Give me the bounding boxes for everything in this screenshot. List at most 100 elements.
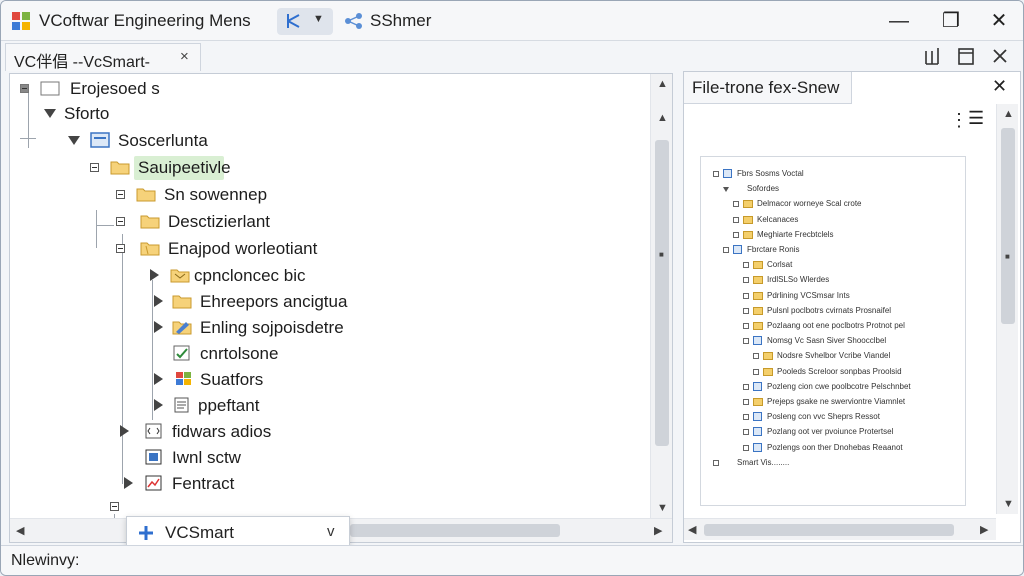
tree-toggle-icon[interactable] [733,216,739,223]
tree-toggle-icon[interactable] [743,444,749,451]
scroll-up-icon[interactable]: ▲ [1003,108,1014,120]
dropdown-selected[interactable]: VCSmart v [127,519,349,545]
right-horizontal-scrollbar[interactable]: ◀ ▶ [684,518,996,540]
tree-row-selected[interactable]: Sauipeetivle [18,155,638,181]
collapse-toggle[interactable] [116,217,125,226]
tree-row[interactable]: cnrtolsone [18,341,638,367]
tree-row[interactable]: Erojesoed s [18,76,638,102]
collapsed-arrow-icon[interactable] [150,269,159,281]
tree-row[interactable]: Fentract [18,471,638,497]
tree-toggle-icon[interactable] [713,459,719,466]
expanded-arrow-icon[interactable] [723,187,729,193]
tree-row[interactable]: Soscerlunta [18,128,638,154]
tab-close-icon[interactable]: × [180,48,189,65]
scroll-right-icon[interactable]: ▶ [980,523,988,536]
collapsed-arrow-icon[interactable] [154,373,163,385]
tree-toggle-icon[interactable] [743,399,749,405]
collapsed-arrow-icon[interactable] [154,295,163,307]
preview-tree-row[interactable]: Pdrlining VCSmsar Ints [701,289,961,303]
tree-toggle-icon[interactable] [743,323,749,329]
tree-toggle-icon[interactable] [743,307,749,314]
more-options-icon[interactable]: ⋮ [950,110,968,131]
tree-row[interactable]: Iwnl sctw [18,445,638,471]
tab-file-tree[interactable]: File-trone fex-Snew [684,72,852,104]
tree-toggle-icon[interactable] [743,383,749,390]
share-label[interactable]: SShmer [370,11,431,31]
collapsed-arrow-icon[interactable] [120,425,129,437]
expanded-arrow-icon[interactable] [68,136,80,145]
scroll-left-icon[interactable]: ◀ [16,524,24,537]
chevron-down-icon[interactable]: v [327,523,335,540]
tree-toggle-icon[interactable] [713,171,719,177]
preview-tree-row[interactable]: Pulsnl poclbotrs cvirnats Prosnaifel [701,304,961,318]
preview-tree-row[interactable]: Smart Vis........ [701,456,961,470]
tree-toggle-icon[interactable] [733,231,739,238]
tree-row[interactable]: Enling sojpoisdetre [18,315,638,341]
collapse-toggle[interactable] [110,502,119,511]
right-panel-close-icon[interactable]: ✕ [992,76,1007,97]
tree-row[interactable]: Suatfors [18,367,638,393]
collapsed-arrow-icon[interactable] [154,321,163,333]
tree-toggle-icon[interactable] [753,368,759,375]
collapse-toggle[interactable] [116,244,125,253]
scrollbar-thumb[interactable] [350,524,560,537]
preview-tree-row[interactable]: Nodsre Svhelbor Vcribe Viandel [701,349,961,363]
preview-tree-row[interactable]: Nomsg Vc Sasn Siver Shoocclbel [701,334,961,348]
collapsed-arrow-icon[interactable] [154,399,163,411]
tree-toggle-icon[interactable] [743,429,749,436]
share-icon[interactable] [344,12,364,30]
vertical-scrollbar[interactable]: ▲ ▲ ■ ▼ [650,74,672,518]
preview-tree-row[interactable]: Pozlaang oot ene poclbotrs Protnot pel [701,319,961,333]
preview-tree-row[interactable]: Pozlengs oon ther Dnohebas Reaanot [701,441,961,455]
tree-toggle-icon[interactable] [733,201,739,208]
preview-tree-row[interactable]: Sofordes [701,182,961,196]
tree-toggle-icon[interactable] [753,353,759,360]
scroll-right-icon[interactable]: ▶ [654,524,662,537]
tree-row[interactable]: fidwars adios [18,419,638,445]
tree-toggle-icon[interactable] [743,262,749,269]
expanded-arrow-icon[interactable] [44,109,56,118]
menu-lines-icon[interactable]: ☰ [968,108,984,129]
tree-toggle-icon[interactable] [743,414,749,421]
tree-toggle-icon[interactable] [743,292,749,299]
close-button[interactable]: ✕ [983,8,1015,34]
scroll-up-small-icon[interactable]: ▲ [657,112,668,124]
preview-tree-row[interactable]: Pozleng cion cwe poolbcotre Pelschnbet [701,380,961,394]
tree-row[interactable]: Enajpod worleotiant [18,236,638,262]
tree-toggle-icon[interactable] [723,247,729,253]
preview-tree-row[interactable]: Fbrctare Ronis [701,243,961,257]
preview-tree-row[interactable]: Pozlang oot ver pvoiunce Protertsel [701,425,961,439]
preview-tree-row[interactable]: Kelcanaces [701,213,961,227]
tab-vcsmart[interactable]: VC伴倡 --VcSmart- × [5,43,201,71]
preview-tree-row[interactable]: Corlsat [701,258,961,272]
preview-tree-row[interactable]: Pooleds Screloor sonpbas Proolsid [701,365,961,379]
collapse-toggle[interactable] [116,190,125,199]
tree-toggle-icon[interactable] [743,277,749,284]
tree-row[interactable]: ppeftant [18,393,638,419]
preview-tree-row[interactable]: IrdlSLSo Wlerdes [701,273,961,287]
preview-tree-row[interactable]: Prejeps gsake ne swerviontre Viamnlet [701,395,961,409]
preview-tree-row[interactable]: Fbrs Sosms Voctal [701,167,961,181]
collapsed-arrow-icon[interactable] [124,477,133,489]
preview-tree-row[interactable]: Posleng con vvc Sheprs Ressot [701,410,961,424]
layout-split-button[interactable]: ▼ [277,8,333,35]
collapse-toggle[interactable] [90,163,99,172]
panel-close-icon[interactable] [991,45,1009,69]
preview-tree-row[interactable]: Delmacor worneye Scal crote [701,197,961,211]
maximize-icon[interactable] [957,45,975,69]
scrollbar-thumb[interactable] [704,524,954,536]
scroll-up-icon[interactable]: ▲ [657,78,668,90]
scrollbar-thumb[interactable] [1001,128,1015,324]
restore-button[interactable]: ❐ [935,8,967,34]
scroll-down-icon[interactable]: ▼ [657,502,668,514]
tree-row[interactable]: Sn sowennep [18,182,638,208]
minimize-button[interactable]: — [883,8,915,34]
scroll-down-icon[interactable]: ▼ [1003,498,1014,510]
scroll-left-icon[interactable]: ◀ [688,523,696,536]
collapse-toggle[interactable] [20,84,29,93]
columns-icon[interactable] [923,45,941,69]
tree-row[interactable]: cpncloncec bic [18,263,638,289]
preview-tree-row[interactable]: Meghiarte Frecbtclels [701,228,961,242]
right-vertical-scrollbar[interactable]: ▲ ■ ▼ [996,104,1018,514]
tree-row[interactable]: Sforto [18,101,638,127]
